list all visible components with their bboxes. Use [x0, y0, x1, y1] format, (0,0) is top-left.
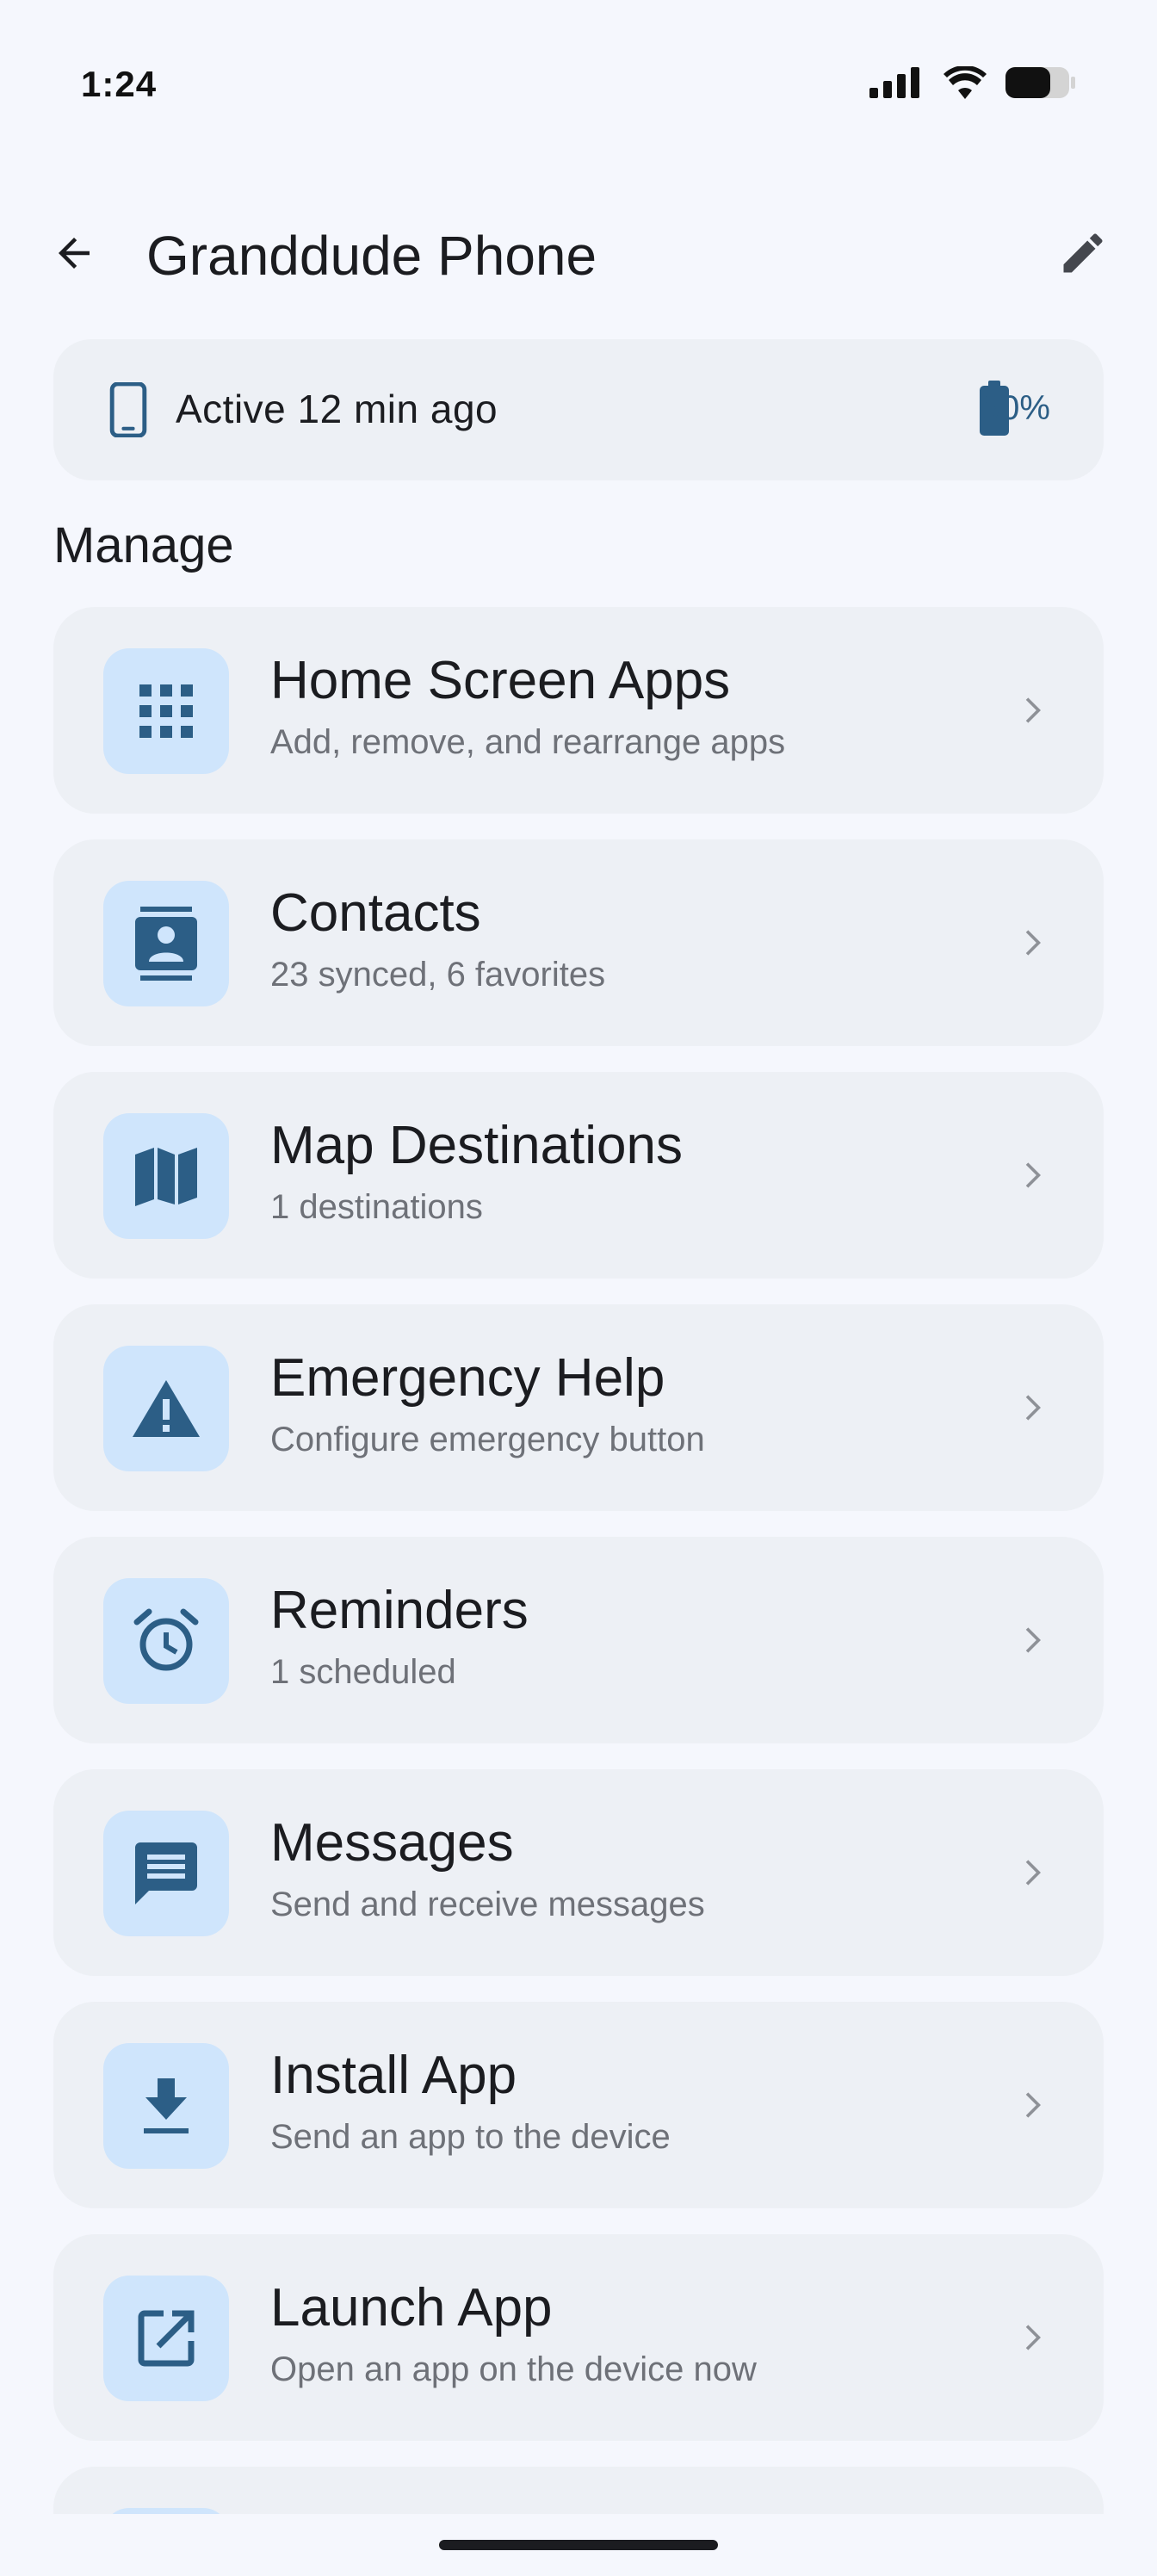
message-icon	[135, 1842, 197, 1904]
status-time: 1:24	[81, 64, 158, 104]
item-title: Reminders	[270, 1581, 529, 1640]
item-subtitle: Send an app to the device	[270, 2118, 671, 2156]
item-title: Home Screen Apps	[270, 651, 731, 710]
chevron-right-icon	[1025, 1627, 1041, 1653]
back-button[interactable]	[43, 222, 105, 284]
item-subtitle: 1 destinations	[270, 1188, 483, 1226]
list-item-reminders[interactable]: Reminders 1 scheduled	[53, 1537, 1104, 1743]
icon-tile	[103, 1113, 229, 1239]
item-subtitle: 1 scheduled	[270, 1653, 456, 1691]
item-title: Install App	[270, 2046, 517, 2105]
status-bar: 1:24	[0, 0, 1157, 172]
pencil-icon	[1063, 233, 1103, 273]
item-title: Emergency Help	[270, 1348, 665, 1408]
list-item-contacts[interactable]: Contacts 23 synced, 6 favorites	[53, 839, 1104, 1046]
list-item-home-screen-apps[interactable]: Home Screen Apps Add, remove, and rearra…	[53, 607, 1104, 814]
list-item-partial[interactable]	[53, 2467, 1104, 2518]
list-item-launch-app[interactable]: Launch App Open an app on the device now	[53, 2234, 1104, 2441]
item-title: Contacts	[270, 883, 481, 943]
map-icon	[135, 1148, 197, 1206]
list-item-install-app[interactable]: Install App Send an app to the device	[53, 2002, 1104, 2208]
icon-tile	[103, 2276, 229, 2401]
apps-grid-icon	[139, 684, 193, 738]
list-item-map-destinations[interactable]: Map Destinations 1 destinations	[53, 1072, 1104, 1279]
app-bar: Granddude Phone	[0, 198, 1157, 310]
item-title: Messages	[270, 1813, 514, 1873]
home-indicator[interactable]	[439, 2540, 718, 2550]
item-title: Map Destinations	[270, 1116, 684, 1175]
item-subtitle: 23 synced, 6 favorites	[270, 956, 606, 994]
arrow-back-icon	[59, 238, 90, 269]
item-subtitle: Send and receive messages	[270, 1886, 705, 1923]
last-active-text: Active 12 min ago	[176, 387, 498, 431]
wifi-icon	[944, 66, 987, 99]
item-title: Launch App	[270, 2278, 553, 2338]
contacts-icon	[135, 907, 197, 981]
warning-icon	[133, 1380, 200, 1437]
status-icons	[869, 65, 1076, 100]
list-item-messages[interactable]: Messages Send and receive messages	[53, 1769, 1104, 1976]
chevron-right-icon	[1025, 1860, 1041, 1886]
chevron-right-icon	[1025, 697, 1041, 723]
icon-tile	[103, 1346, 229, 1471]
icon-tile	[103, 1811, 229, 1936]
item-subtitle: Open an app on the device now	[270, 2350, 757, 2388]
item-subtitle: Add, remove, and rearrange apps	[270, 723, 786, 761]
list-item-emergency-help[interactable]: Emergency Help Configure emergency butto…	[53, 1304, 1104, 1511]
signal-icon	[869, 67, 919, 98]
chevron-right-icon	[1025, 1395, 1041, 1421]
icon-tile	[103, 2043, 229, 2169]
chevron-right-icon	[1025, 1162, 1041, 1188]
device-status-card: Active 12 min ago 90%	[53, 339, 1104, 480]
manage-list: Home Screen Apps Add, remove, and rearra…	[53, 607, 1104, 2544]
icon-tile	[103, 648, 229, 774]
edit-button[interactable]	[1052, 222, 1114, 284]
battery-level: 90%	[981, 389, 1050, 427]
item-subtitle: Configure emergency button	[270, 1421, 705, 1458]
section-title: Manage	[53, 517, 234, 573]
alarm-icon	[133, 1608, 199, 1671]
smartphone-icon	[109, 382, 147, 437]
download-icon	[144, 2078, 189, 2133]
page-title: Granddude Phone	[146, 225, 597, 287]
chevron-right-icon	[1025, 930, 1041, 956]
chevron-right-icon	[1025, 2325, 1041, 2350]
open-external-icon	[138, 2310, 195, 2367]
icon-tile	[103, 1578, 229, 1704]
icon-tile	[103, 881, 229, 1006]
battery-status-icon	[1005, 67, 1075, 98]
chevron-right-icon	[1025, 2092, 1041, 2118]
